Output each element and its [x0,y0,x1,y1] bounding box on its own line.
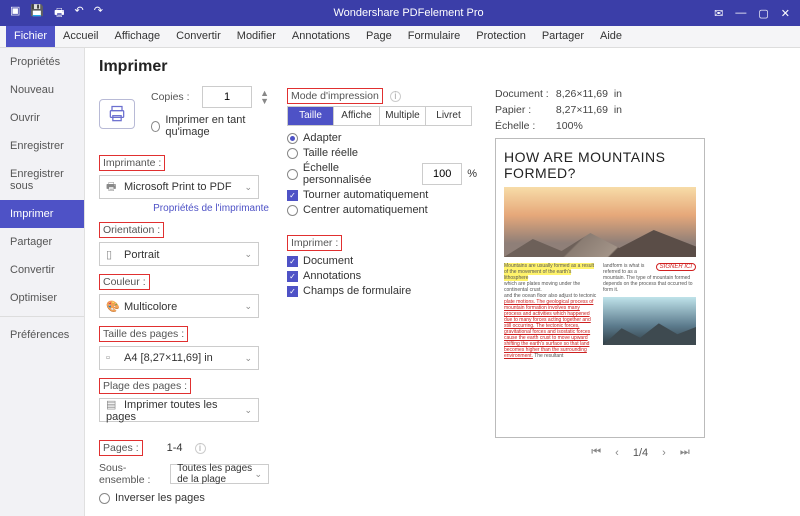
tab-affiche[interactable]: Affiche [334,107,380,125]
maximize-button[interactable]: ▢ [758,7,768,20]
fit-radio[interactable]: Adapter [287,132,477,144]
preview-headline: HOW ARE MOUNTAINS FORMED? [504,149,696,181]
menu-accueil[interactable]: Accueil [55,26,106,47]
mail-icon[interactable]: ✉ [714,7,723,20]
pager-last[interactable]: ⏭ [680,446,690,459]
menu-partager[interactable]: Partager [534,26,592,47]
menu-modifier[interactable]: Modifier [229,26,284,47]
pager-next[interactable]: › [662,447,666,459]
sidebar-preferences[interactable]: Préférences [0,321,84,349]
actual-radio[interactable]: Taille réelle [287,147,477,159]
file-sidebar: Propriétés Nouveau Ouvrir Enregistrer En… [0,48,85,516]
menu-page[interactable]: Page [358,26,400,47]
custom-scale-input[interactable] [422,163,462,185]
pagesize-label: Taille des pages : [99,326,188,342]
pagesize-select[interactable]: ▫A4 [8,27×11,69] in⌄ [99,346,259,370]
tab-multiple[interactable]: Multiple [380,107,426,125]
close-button[interactable]: ✕ [781,7,790,20]
sidebar-enregistrer-sous[interactable]: Enregistrer sous [0,160,84,200]
copies-label: Copies : [151,91,190,103]
print-mode-tabs: Taille Affiche Multiple Livret [287,106,472,126]
undo-icon[interactable]: ↶ [75,4,84,23]
menu-convertir[interactable]: Convertir [168,26,229,47]
menu-formulaire[interactable]: Formulaire [400,26,469,47]
sidebar-partager[interactable]: Partager [0,228,84,256]
info-scale: Échelle : 100% [495,120,786,132]
color-label: Couleur : [99,274,150,290]
color-select[interactable]: 🎨Multicolore⌄ [99,294,259,318]
print-document-check[interactable]: ✓Document [287,255,477,267]
pages-label: Pages : [99,440,143,456]
copies-stepper[interactable]: ▲▼ [260,89,269,105]
copies-input[interactable] [202,86,252,108]
sidebar-nouveau[interactable]: Nouveau [0,76,84,104]
print-mode-label: Mode d'impression [287,88,383,104]
preview-text-left: Mountains are usually formed as a result… [504,263,597,359]
reverse-pages-radio[interactable]: Inverser les pages [99,492,269,504]
menu-bar: Fichier Accueil Affichage Convertir Modi… [0,26,800,48]
menu-fichier[interactable]: Fichier [6,26,55,47]
minimize-button[interactable]: — [735,7,746,19]
menu-protection[interactable]: Protection [468,26,534,47]
tab-taille[interactable]: Taille [288,107,334,125]
save-icon[interactable]: 💾 [30,4,44,23]
pages-value: 1-4 [167,442,183,454]
print-icon[interactable]: 🖶 [54,4,64,23]
redo-icon[interactable]: ↷ [94,4,103,23]
menu-annotations[interactable]: Annotations [284,26,358,47]
printer-icon [99,99,135,129]
orientation-select[interactable]: ▯Portrait⌄ [99,242,259,266]
mode-info-icon[interactable]: i [390,91,401,102]
info-paper: Papier : 8,27×11,69 in [495,104,786,116]
print-formfields-check[interactable]: ✓Champs de formulaire [287,285,477,297]
pagerange-select[interactable]: ▤Imprimer toutes les pages⌄ [99,398,259,422]
sidebar-optimiser[interactable]: Optimiser [0,284,84,312]
preview-small-image [603,297,696,345]
page-title: Imprimer [99,58,269,76]
sidebar-ouvrir[interactable]: Ouvrir [0,104,84,132]
pager-prev[interactable]: ‹ [615,447,619,459]
print-as-image-radio[interactable]: Imprimer en tant qu'image [151,114,269,138]
window-title: Wondershare PDFelement Pro [113,7,704,19]
tab-livret[interactable]: Livret [426,107,471,125]
sidebar-imprimer[interactable]: Imprimer [0,200,84,228]
sidebar-enregistrer[interactable]: Enregistrer [0,132,84,160]
pager-first[interactable]: ⏮ [591,446,601,459]
print-preview: HOW ARE MOUNTAINS FORMED? Mountains are … [495,138,705,438]
printer-label: Imprimante : [99,155,165,171]
menu-affichage[interactable]: Affichage [106,26,168,47]
sidebar-proprietes[interactable]: Propriétés [0,48,84,76]
auto-rotate-check[interactable]: ✓Tourner automatiquement [287,189,477,201]
printer-select[interactable]: 🖶Microsoft Print to PDF⌄ [99,175,259,199]
sidebar-convertir[interactable]: Convertir [0,256,84,284]
auto-center-radio[interactable]: Centrer automatiquement [287,204,477,216]
title-bar: ▣ 💾 🖶 ↶ ↷ Wondershare PDFelement Pro ✉ —… [0,0,800,26]
app-logo-icon: ▣ [10,4,20,23]
menu-aide[interactable]: Aide [592,26,630,47]
info-document: Document : 8,26×11,69 in [495,88,786,100]
stamp-badge: SIGNER ICI [656,263,696,271]
preview-pager: ⏮ ‹ 1/4 › ⏭ [495,446,786,459]
preview-hero-image [504,187,696,257]
subset-label: Sous-ensemble : [99,462,162,486]
custom-scale-radio[interactable]: Échelle personnalisée % [287,162,477,186]
orientation-label: Orientation : [99,222,164,238]
preview-text-right: SIGNER ICI landform is what is referred … [603,263,696,359]
print-annotations-check[interactable]: ✓Annotations [287,270,477,282]
pages-info-icon[interactable]: i [195,443,206,454]
printer-properties-link[interactable]: Propriétés de l'imprimante [99,203,269,214]
pager-status: 1/4 [633,447,648,459]
pagerange-label: Plage des pages : [99,378,191,394]
print-section-label: Imprimer : [287,235,342,251]
subset-select[interactable]: Toutes les pages de la plage⌄ [170,464,269,484]
